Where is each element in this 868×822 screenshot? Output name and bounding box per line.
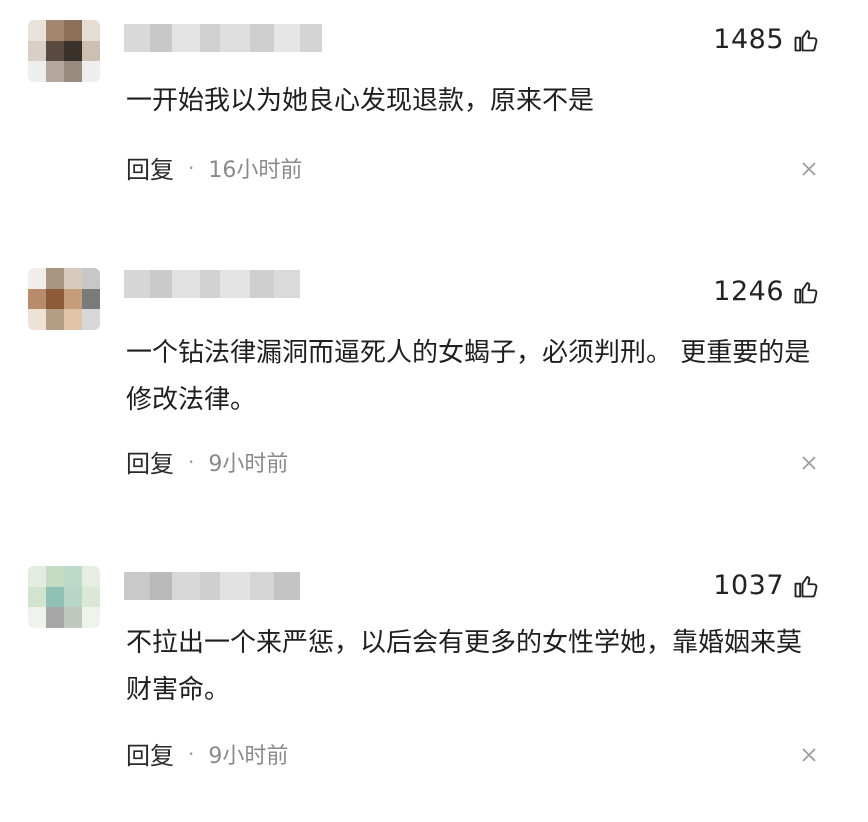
avatar-mosaic-pixel xyxy=(46,309,64,330)
avatar-mosaic-pixel xyxy=(64,20,82,41)
username-mosaic-block xyxy=(172,24,200,52)
avatar-mosaic-pixel xyxy=(28,566,46,587)
username-mosaic-block xyxy=(220,270,250,298)
avatar-mosaic-pixel xyxy=(28,20,46,41)
avatar-mosaic-pixel xyxy=(28,288,46,310)
avatar-mosaic-pixel xyxy=(46,61,64,82)
username-mosaic-block xyxy=(274,270,300,298)
avatar-mosaic-pixel xyxy=(46,40,64,62)
avatar-mosaic-pixel xyxy=(28,40,46,62)
avatar-mosaic-pixel xyxy=(46,566,64,587)
username-mosaic-block xyxy=(220,24,250,52)
thumbs-up-icon[interactable] xyxy=(792,26,820,54)
username-mosaic-block xyxy=(124,270,150,298)
comment-text: 不拉出一个来严惩，以后会有更多的女性学她，靠婚姻来莫财害命。 xyxy=(126,628,803,705)
avatar-mosaic-pixel xyxy=(64,607,82,628)
like-group[interactable]: 1485 xyxy=(713,24,820,55)
username-mosaic-block xyxy=(274,24,300,52)
like-group[interactable]: 1246 xyxy=(713,276,820,307)
username-blurred[interactable] xyxy=(124,572,300,600)
username-mosaic-block xyxy=(200,270,220,298)
avatar-mosaic-pixel xyxy=(64,309,82,330)
avatar-mosaic-pixel xyxy=(82,20,100,41)
avatar-mosaic-pixel xyxy=(28,268,46,289)
username-mosaic-block xyxy=(250,24,274,52)
username-mosaic-block xyxy=(124,24,150,52)
like-count: 1246 xyxy=(713,276,784,307)
username-blurred[interactable] xyxy=(124,270,300,298)
avatar-mosaic-pixel xyxy=(82,268,100,289)
like-count: 1485 xyxy=(713,24,784,55)
avatar-mosaic-pixel xyxy=(46,20,64,41)
username-mosaic-block xyxy=(274,572,300,600)
avatar-mosaic-pixel xyxy=(28,586,46,608)
username-mosaic-block xyxy=(200,572,220,600)
avatar-mosaic-pixel xyxy=(82,40,100,62)
avatar-mosaic-pixel xyxy=(82,288,100,310)
reply-button[interactable]: 回复 xyxy=(126,736,174,771)
username-mosaic-block xyxy=(200,24,220,52)
avatar-mosaic-pixel xyxy=(82,61,100,82)
username-mosaic-block xyxy=(250,572,274,600)
username-blurred[interactable] xyxy=(124,24,322,52)
avatar-mosaic-pixel xyxy=(64,586,82,608)
avatar-mosaic-pixel xyxy=(46,268,64,289)
close-icon[interactable] xyxy=(800,160,818,178)
avatar-mosaic-pixel xyxy=(64,288,82,310)
avatar-mosaic-pixel xyxy=(82,566,100,587)
username-mosaic-block xyxy=(150,270,172,298)
avatar-mosaic-pixel xyxy=(64,61,82,82)
username-mosaic-block xyxy=(124,572,150,600)
avatar-mosaic-pixel xyxy=(82,309,100,330)
reply-button[interactable]: 回复 xyxy=(126,150,174,185)
close-icon[interactable] xyxy=(800,454,818,472)
username-mosaic-block xyxy=(172,270,200,298)
avatar-mosaic-pixel xyxy=(82,586,100,608)
timestamp: 9小时前 xyxy=(208,451,289,477)
avatar[interactable] xyxy=(28,566,100,628)
comment-meta: 回复 · 16小时前 xyxy=(126,150,302,185)
thumbs-up-icon[interactable] xyxy=(792,278,820,306)
separator-dot: · xyxy=(188,449,195,474)
avatar-mosaic-pixel xyxy=(82,607,100,628)
avatar-mosaic-pixel xyxy=(46,586,64,608)
avatar-mosaic-pixel xyxy=(64,268,82,289)
username-mosaic-block xyxy=(220,572,250,600)
comment-meta: 回复 · 9小时前 xyxy=(126,444,288,479)
username-mosaic-block xyxy=(250,270,274,298)
like-group[interactable]: 1037 xyxy=(713,570,820,601)
avatar[interactable] xyxy=(28,268,100,330)
timestamp: 16小时前 xyxy=(208,157,303,183)
username-mosaic-block xyxy=(150,572,172,600)
like-count: 1037 xyxy=(713,570,784,601)
username-mosaic-block xyxy=(150,24,172,52)
comment-text: 一开始我以为她良心发现退款，原来不是 xyxy=(126,86,595,116)
thumbs-up-icon[interactable] xyxy=(792,572,820,600)
separator-dot: · xyxy=(188,155,195,180)
avatar-mosaic-pixel xyxy=(28,607,46,628)
comment-meta: 回复 · 9小时前 xyxy=(126,736,288,771)
avatar-mosaic-pixel xyxy=(64,566,82,587)
avatar-mosaic-pixel xyxy=(28,61,46,82)
username-mosaic-block xyxy=(300,24,322,52)
avatar-mosaic-pixel xyxy=(64,40,82,62)
avatar-mosaic-pixel xyxy=(46,288,64,310)
timestamp: 9小时前 xyxy=(208,743,289,769)
separator-dot: · xyxy=(188,741,195,766)
username-mosaic-block xyxy=(172,572,200,600)
avatar-mosaic-pixel xyxy=(46,607,64,628)
avatar-mosaic-pixel xyxy=(28,309,46,330)
close-icon[interactable] xyxy=(800,746,818,764)
avatar[interactable] xyxy=(28,20,100,82)
comment-text: 一个钻法律漏洞而逼死人的女蝎子，必须判刑。 更重要的是修改法律。 xyxy=(126,338,811,415)
reply-button[interactable]: 回复 xyxy=(126,444,174,479)
